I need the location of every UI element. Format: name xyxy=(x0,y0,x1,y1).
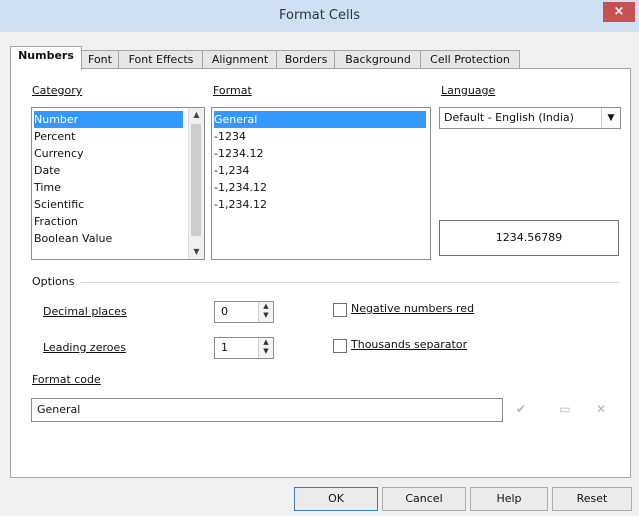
checkmark-icon[interactable]: ✔ xyxy=(511,400,531,418)
format-cells-dialog: Format Cells × Numbers Font Font Effects… xyxy=(0,0,639,516)
category-scrollbar[interactable]: ▲ ▼ xyxy=(188,108,204,259)
decimal-places-value: 0 xyxy=(221,305,228,318)
tab-cell-protection[interactable]: Cell Protection xyxy=(420,50,520,69)
category-item[interactable]: Date xyxy=(34,162,60,179)
delete-icon[interactable]: ✕ xyxy=(591,400,611,418)
scroll-down-icon[interactable]: ▼ xyxy=(189,245,204,259)
help-button[interactable]: Help xyxy=(470,487,548,511)
scroll-thumb[interactable] xyxy=(191,124,201,236)
category-item[interactable]: Scientific xyxy=(34,196,84,213)
decimal-places-stepper[interactable]: 0 ▲ ▼ xyxy=(214,301,274,323)
options-separator xyxy=(81,282,619,283)
tab-borders[interactable]: Borders xyxy=(276,50,336,69)
numbers-panel: Category Number Percent Currency Date Ti… xyxy=(10,68,631,478)
tab-background[interactable]: Background xyxy=(334,50,422,69)
format-label: Format xyxy=(213,84,252,97)
format-listbox[interactable]: General -1234 -1234.12 -1,234 -1,234.12 … xyxy=(211,107,431,260)
language-label: Language xyxy=(441,84,496,97)
category-item[interactable]: Fraction xyxy=(34,213,78,230)
format-preview: 1234.56789 xyxy=(439,220,619,256)
format-code-value: General xyxy=(37,403,81,416)
category-item[interactable]: Percent xyxy=(34,128,75,145)
format-code-input[interactable]: General xyxy=(31,398,503,422)
category-item[interactable]: Currency xyxy=(34,145,84,162)
negative-red-label: Negative numbers red xyxy=(351,302,475,315)
leading-zeroes-value: 1 xyxy=(221,341,228,354)
category-label: Category xyxy=(32,84,83,97)
chevron-down-icon[interactable]: ▼ xyxy=(601,108,620,128)
spin-arrows-icon[interactable]: ▲ ▼ xyxy=(258,338,273,358)
decimal-places-label: Decimal places xyxy=(43,305,127,318)
title-bar: Format Cells × xyxy=(0,0,639,32)
reset-button[interactable]: Reset xyxy=(552,487,632,511)
leading-zeroes-label: Leading zeroes xyxy=(43,341,126,354)
thousands-separator-label: Thousands separator xyxy=(351,338,468,351)
category-listbox[interactable]: Number Percent Currency Date Time Scient… xyxy=(31,107,205,260)
tab-font[interactable]: Font xyxy=(80,50,120,69)
tab-font-effects[interactable]: Font Effects xyxy=(118,50,204,69)
format-item[interactable]: -1,234 xyxy=(214,162,249,179)
tab-numbers[interactable]: Numbers xyxy=(10,46,82,70)
category-item[interactable]: Time xyxy=(34,179,61,196)
negative-red-checkbox[interactable] xyxy=(333,303,347,317)
format-item[interactable]: -1234 xyxy=(214,128,246,145)
spin-arrows-icon[interactable]: ▲ ▼ xyxy=(258,302,273,322)
scroll-up-icon[interactable]: ▲ xyxy=(189,108,204,122)
language-select[interactable]: Default - English (India) ▼ xyxy=(439,107,621,129)
cancel-button[interactable]: Cancel xyxy=(382,487,466,511)
close-button[interactable]: × xyxy=(603,2,635,22)
category-item[interactable]: Number xyxy=(34,111,183,128)
leading-zeroes-stepper[interactable]: 1 ▲ ▼ xyxy=(214,337,274,359)
options-label: Options xyxy=(32,275,75,288)
format-code-label: Format code xyxy=(32,373,101,386)
dialog-title: Format Cells xyxy=(278,8,360,23)
format-item[interactable]: -1234.12 xyxy=(214,145,263,162)
format-item[interactable]: -1,234.12 xyxy=(214,196,267,213)
format-item[interactable]: General xyxy=(214,111,426,128)
category-item[interactable]: Boolean Value xyxy=(34,230,112,247)
format-item[interactable]: -1,234.12 xyxy=(214,179,267,196)
ok-button[interactable]: OK xyxy=(294,487,378,511)
language-value: Default - English (India) xyxy=(444,111,574,124)
comment-icon[interactable]: ▭ xyxy=(555,400,575,418)
tab-alignment[interactable]: Alignment xyxy=(202,50,278,69)
thousands-separator-checkbox[interactable] xyxy=(333,339,347,353)
